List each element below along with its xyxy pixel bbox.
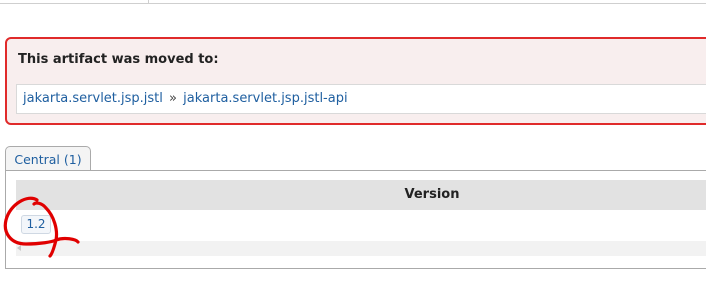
relocation-notice: This artifact was moved to: jakarta.serv… <box>5 37 706 125</box>
notice-title: This artifact was moved to: <box>18 52 219 67</box>
relocation-target: jakarta.servlet.jsp.jstl » jakarta.servl… <box>16 84 706 114</box>
table-row: 1.2 <box>16 210 706 242</box>
version-link[interactable]: 1.2 <box>21 215 51 234</box>
versions-panel: Version 1.2 <box>5 170 706 269</box>
tab-central[interactable]: Central (1) <box>5 146 91 171</box>
horizontal-scrollbar[interactable] <box>16 241 706 256</box>
versions-table-header: Version <box>16 180 706 210</box>
divider-tick <box>148 0 149 3</box>
breadcrumb-separator: » <box>169 91 178 106</box>
version-column-header[interactable]: Version <box>16 180 706 210</box>
scroll-left-arrow-icon[interactable] <box>17 245 21 251</box>
artifact-link[interactable]: jakarta.servlet.jsp.jstl-api <box>183 91 347 106</box>
top-divider <box>0 0 706 4</box>
group-link[interactable]: jakarta.servlet.jsp.jstl <box>23 91 163 106</box>
